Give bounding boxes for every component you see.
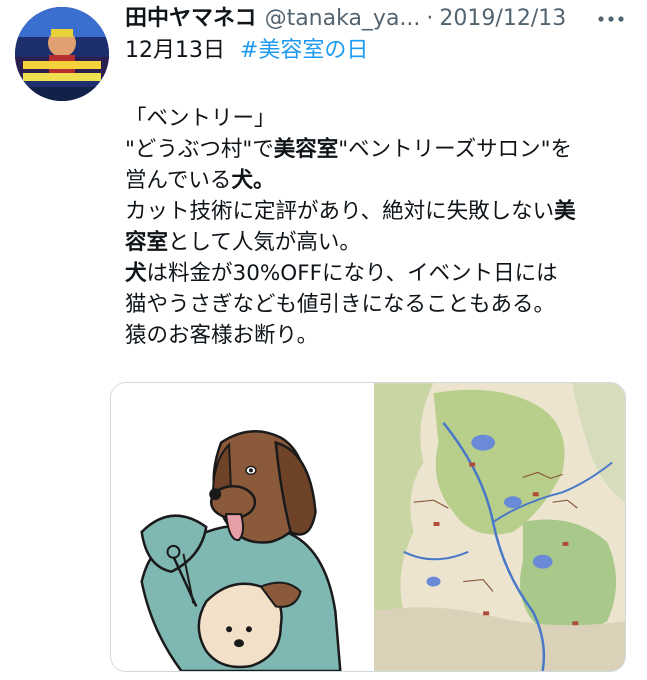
- body-line-8: 猿のお客様お断り。: [125, 323, 319, 348]
- tweet-timestamp[interactable]: 2019/12/13: [439, 4, 566, 34]
- date-text: 12月13日: [125, 38, 225, 63]
- media-grid[interactable]: [110, 382, 626, 672]
- body-line-7: 猫やうさぎなども値引きになることもある。: [125, 292, 556, 317]
- hashtag-link[interactable]: #美容室の日: [240, 38, 368, 63]
- author-name[interactable]: 田中ヤマネコ: [125, 4, 257, 34]
- tweet-body: 「ベントリー」 "どうぶつ村"で美容室"ベントリーズサロン"を 営んでいる犬。 …: [125, 103, 630, 351]
- village-map-illustration[interactable]: [372, 383, 625, 671]
- separator-dot: ·: [426, 6, 434, 31]
- avatar[interactable]: [15, 7, 109, 101]
- body-line-4: カット技術に定評があり、絶対に失敗しない美: [125, 199, 576, 224]
- body-line-5: 容室として人気が高い。: [125, 230, 361, 255]
- author-handle[interactable]: @tanaka_ya...: [265, 4, 421, 34]
- body-line-1: 「ベントリー」: [125, 106, 276, 131]
- date-hashtag-line: 12月13日 #美容室の日: [125, 36, 368, 66]
- tweet-header: 田中ヤマネコ @tanaka_ya... · 2019/12/13: [125, 4, 595, 34]
- tweet[interactable]: 田中ヤマネコ @tanaka_ya... · 2019/12/13 12月13日…: [0, 0, 647, 680]
- body-line-2: "どうぶつ村"で美容室"ベントリーズサロン"を: [125, 137, 573, 162]
- body-line-6: 犬は料金が30%OFFになり、イベント日には: [125, 261, 558, 286]
- more-horizontal-icon[interactable]: [597, 12, 625, 26]
- body-line-3: 営んでいる犬。: [125, 168, 275, 193]
- avatar-image: [15, 7, 109, 101]
- dog-groomer-illustration[interactable]: [111, 383, 372, 671]
